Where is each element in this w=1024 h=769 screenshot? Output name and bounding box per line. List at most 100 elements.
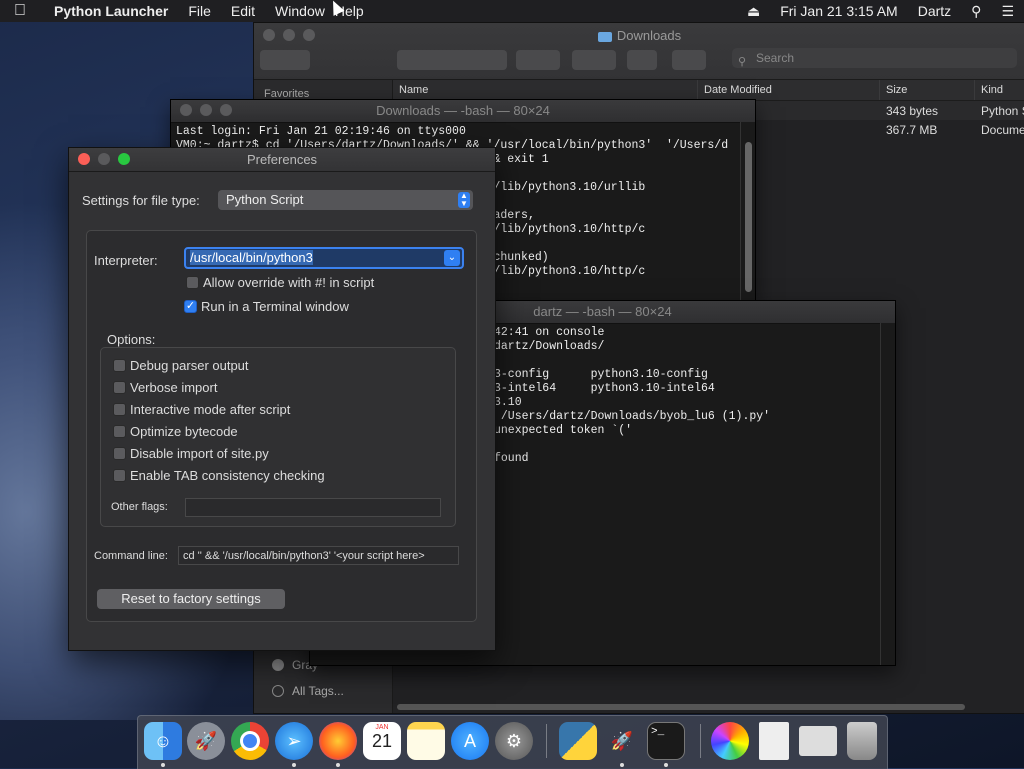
optimize-bytecode-checkbox[interactable] (113, 425, 126, 438)
running-indicator (664, 763, 668, 767)
column-date-modified[interactable]: Date Modified (698, 80, 880, 100)
notes-icon[interactable] (407, 722, 445, 760)
search-icon: ⚲ (738, 56, 747, 68)
options-label: Options: (107, 332, 156, 347)
search-input[interactable]: ⚲ Search (732, 48, 1017, 68)
zoom-button[interactable] (220, 104, 232, 116)
menu-bar:  Python Launcher File Edit Window Help … (0, 0, 1024, 22)
disable-site-checkbox[interactable] (113, 447, 126, 460)
tag-icon[interactable] (672, 50, 706, 70)
terminal-line: 3-intel64 python3.10-intel64 (494, 382, 715, 395)
terminal-line: 3-config python3.10-config (494, 368, 708, 381)
column-name[interactable]: Name (393, 80, 698, 100)
other-flags-label: Other flags: (111, 501, 168, 513)
document-icon[interactable] (759, 722, 789, 760)
terminal-line: Last login: Fri Jan 21 02:19:46 on ttys0… (176, 125, 466, 138)
close-button[interactable] (180, 104, 192, 116)
terminal-titlebar: Downloads — -bash — 80×24 (171, 100, 755, 123)
menu-user[interactable]: Dartz (908, 3, 961, 19)
preferences-titlebar: Preferences (69, 148, 495, 172)
view-mode-icon[interactable] (397, 50, 507, 70)
dock-separator (546, 724, 547, 758)
finder-icon[interactable]: ☺ (144, 722, 182, 760)
terminal-title: Downloads — -bash — 80×24 (376, 103, 550, 118)
minimize-button[interactable] (98, 153, 110, 165)
verbose-import-checkbox[interactable] (113, 381, 126, 394)
finder-titlebar: Downloads ⚲ Search (254, 23, 1024, 80)
interactive-mode-label: Interactive mode after script (130, 402, 291, 417)
group-by-icon[interactable] (516, 50, 560, 70)
back-forward-icon[interactable] (260, 50, 310, 70)
idle-icon[interactable]: 🚀 (603, 722, 641, 760)
spotlight-search-icon[interactable]: ⚲ (961, 3, 991, 20)
window-icon[interactable] (799, 726, 837, 756)
column-size[interactable]: Size (880, 80, 975, 100)
app-store-icon[interactable]: A (451, 722, 489, 760)
zoom-button[interactable] (118, 153, 130, 165)
sidebar-all-tags[interactable]: All Tags... (272, 684, 344, 698)
apple-menu-icon[interactable]:  (0, 2, 40, 20)
running-indicator (620, 763, 624, 767)
file-type-select[interactable]: Python Script ▲ ▼ (218, 190, 473, 210)
gray-tag-icon (272, 659, 284, 671)
reset-factory-settings-button[interactable]: Reset to factory settings (97, 589, 285, 609)
running-indicator (161, 763, 165, 767)
menu-file[interactable]: File (178, 3, 221, 19)
allow-override-checkbox[interactable] (186, 276, 199, 289)
menu-clock[interactable]: Fri Jan 21 3:15 AM (770, 3, 908, 19)
photos-icon[interactable] (711, 722, 749, 760)
horizontal-scrollbar[interactable] (397, 704, 965, 710)
close-button[interactable] (78, 153, 90, 165)
menu-app-name[interactable]: Python Launcher (40, 3, 178, 19)
debug-parser-checkbox[interactable] (113, 359, 126, 372)
chevron-up-down-icon: ▲ ▼ (458, 192, 470, 208)
dock: ☺ 🚀 ➢ JAN 21 A ⚙ 🚀 >_ (137, 715, 888, 769)
tab-consistency-label: Enable TAB consistency checking (130, 468, 325, 483)
terminal-scrollbar[interactable] (740, 122, 755, 300)
launchpad-icon[interactable]: 🚀 (187, 722, 225, 760)
preferences-window: Preferences Settings for file type: Pyth… (68, 147, 496, 651)
terminal-title: dartz — -bash — 80×24 (533, 304, 672, 319)
interpreter-label: Interpreter: (94, 253, 158, 268)
calendar-icon[interactable]: JAN 21 (363, 722, 401, 760)
share-icon[interactable] (627, 50, 657, 70)
trash-icon[interactable] (847, 722, 877, 760)
column-kind[interactable]: Kind (975, 80, 1024, 100)
folder-icon (597, 31, 612, 42)
disable-site-label: Disable import of site.py (130, 446, 269, 461)
scroll-thumb[interactable] (745, 142, 752, 292)
terminal-scrollbar[interactable] (880, 323, 895, 665)
terminal-line: found (494, 452, 529, 465)
eject-icon[interactable]: ⏏ (737, 3, 770, 20)
menu-edit[interactable]: Edit (221, 3, 265, 19)
action-gear-icon[interactable] (572, 50, 616, 70)
minimize-button[interactable] (200, 104, 212, 116)
running-indicator (336, 763, 340, 767)
interpreter-combobox[interactable]: /usr/local/bin/python3 ⌄ (184, 247, 464, 269)
terminal-line: unexpected token `(' (494, 424, 633, 437)
other-flags-input[interactable] (185, 498, 441, 517)
dock-separator (700, 724, 701, 758)
all-tags-icon (272, 685, 284, 697)
terminal-line: 42:41 on console (494, 326, 605, 339)
tab-consistency-checkbox[interactable] (113, 469, 126, 482)
chrome-icon[interactable] (231, 722, 269, 760)
terminal-line: dartz/Downloads/ (494, 340, 605, 353)
python-launcher-icon[interactable] (559, 722, 597, 760)
run-in-terminal-label: Run in a Terminal window (201, 299, 349, 314)
notification-center-icon[interactable]: ☰ (991, 3, 1024, 20)
safari-icon[interactable]: ➢ (275, 722, 313, 760)
terminal-line: 3.10 (494, 396, 522, 409)
firefox-icon[interactable] (319, 722, 357, 760)
finder-title: Downloads (254, 28, 1024, 43)
run-in-terminal-checkbox[interactable]: ✓ (184, 300, 197, 313)
verbose-import-label: Verbose import (130, 380, 218, 395)
terminal-icon[interactable]: >_ (647, 722, 685, 760)
system-preferences-icon[interactable]: ⚙ (495, 722, 533, 760)
chevron-down-icon[interactable]: ⌄ (444, 250, 460, 266)
command-line-field[interactable]: cd '' && '/usr/local/bin/python3' '<your… (178, 546, 459, 565)
interactive-mode-checkbox[interactable] (113, 403, 126, 416)
allow-override-label: Allow override with #! in script (203, 275, 375, 290)
